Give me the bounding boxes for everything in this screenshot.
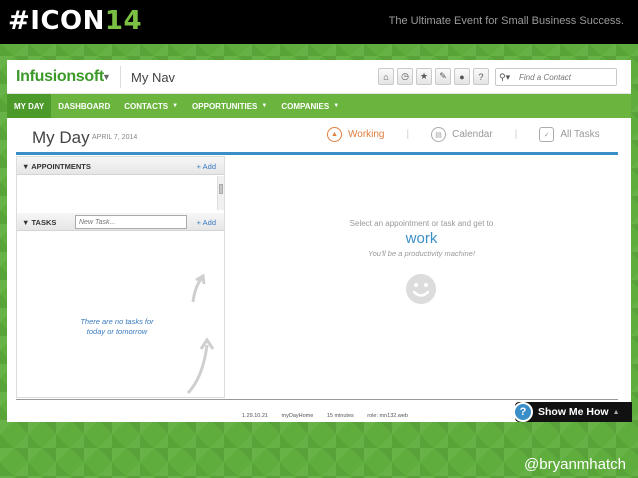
star-icon[interactable]: ★ — [416, 68, 432, 85]
scroll-thumb[interactable] — [219, 184, 223, 194]
nav-opportunities[interactable]: OPPORTUNITIES ▼ — [185, 94, 274, 118]
footer-rule — [16, 399, 618, 400]
person-icon[interactable]: ● — [454, 68, 470, 85]
smiley-icon — [406, 274, 436, 304]
logo-dropdown-icon[interactable]: ▼ — [102, 72, 111, 82]
calendar-icon: ▤ — [431, 127, 447, 142]
header-icon-toolbar: ⌂ ◷ ★ ✎ ● ? — [378, 68, 489, 85]
nav-contacts[interactable]: CONTACTS ▼ — [117, 94, 185, 118]
help-icon[interactable]: ? — [473, 68, 489, 85]
appointments-scrollbar[interactable] — [217, 176, 224, 210]
infusionsoft-logo[interactable]: Infusionsoft — [16, 68, 104, 86]
help-icon: ? — [513, 402, 533, 422]
main-nav: MY DAY DASHBOARD CONTACTS ▼ OPPORTUNITIES… — [7, 94, 631, 118]
nav-companies[interactable]: COMPANIES ▼ — [274, 94, 346, 118]
header-rule — [16, 152, 618, 155]
view-all-tasks[interactable]: ✓ All Tasks — [539, 127, 600, 142]
find-contact-input[interactable] — [519, 72, 613, 82]
show-me-how-label: Show Me How — [538, 406, 609, 418]
age-text: 15 minutes — [326, 413, 354, 419]
work-hint-subtext: You'll be a productivity machine! — [368, 249, 475, 258]
view-calendar[interactable]: ▤ Calendar — [431, 127, 493, 142]
nav-my-day[interactable]: MY DAY — [7, 94, 52, 118]
header-divider — [120, 66, 121, 88]
arrow-up-icon — [191, 274, 206, 303]
app-window: Infusionsoft ▼ My Nav ⌂ ◷ ★ ✎ ● ? ⚲▾ MY … — [7, 60, 631, 422]
chevron-down-icon: ▼ — [261, 103, 268, 109]
flame-icon: ▲ — [327, 127, 342, 142]
chevron-down-icon: ▼ — [333, 103, 340, 109]
work-hint-text: Select an appointment or task and get to — [349, 219, 494, 228]
slide-top-bar: #ICON14 The Ultimate Event for Small Bus… — [0, 0, 638, 44]
chevron-down-icon: ▼ — [172, 103, 179, 109]
my-nav-title[interactable]: My Nav — [131, 70, 175, 85]
page-title: My Day — [32, 128, 90, 147]
show-me-how-button[interactable]: ? Show Me How ▲ — [513, 402, 632, 422]
search-icon[interactable]: ⚲▾ — [499, 72, 519, 83]
tasks-header: ▼ TASKS + Add — [17, 213, 224, 231]
view-working[interactable]: ▲ Working — [327, 127, 385, 142]
page-id-text: myDayHome — [281, 413, 314, 419]
view-switcher: ▲ Working | ▤ Calendar | ✓ All Tasks — [327, 127, 600, 142]
pin-icon[interactable]: ✎ — [435, 68, 451, 85]
chevron-up-icon: ▲ — [612, 408, 620, 416]
arrow-up-icon — [186, 337, 215, 395]
add-task-link[interactable]: + Add — [197, 218, 216, 227]
twitter-handle: @bryanmhatch — [524, 456, 626, 473]
checkbox-icon: ✓ — [539, 127, 555, 142]
app-header: Infusionsoft ▼ My Nav ⌂ ◷ ★ ✎ ● ? ⚲▾ — [7, 60, 631, 94]
nav-dashboard[interactable]: DASHBOARD — [51, 94, 117, 118]
view-separator: | — [406, 129, 410, 140]
view-separator: | — [514, 129, 518, 140]
home-icon[interactable]: ⌂ — [378, 68, 394, 85]
no-tasks-message: There are no tasks for today or tomorrow — [80, 317, 154, 336]
slide-tagline: The Ultimate Event for Small Business Su… — [388, 15, 624, 27]
new-task-input[interactable] — [75, 215, 187, 229]
left-pane: ▼ APPOINTMENTS + Add ▼ TASKS + Add There… — [16, 156, 225, 398]
appointments-label: ▼ APPOINTMENTS — [22, 162, 91, 171]
version-text: 1.29.10.21 — [242, 413, 268, 419]
work-panel: Select an appointment or task and get to… — [225, 156, 618, 398]
page-date: APRIL 7, 2014 — [92, 134, 138, 141]
icon14-brand: #ICON14 — [8, 6, 143, 36]
add-appointment-link[interactable]: + Add — [197, 162, 216, 171]
appointments-header[interactable]: ▼ APPOINTMENTS + Add — [17, 157, 224, 175]
contact-search[interactable]: ⚲▾ — [495, 68, 617, 86]
tasks-label[interactable]: ▼ TASKS — [22, 218, 56, 227]
clock-icon[interactable]: ◷ — [397, 68, 413, 85]
role-text: role: mn132.web — [367, 413, 408, 419]
footer-info: 1.29.10.21 myDayHome 15 minutes role: mn… — [242, 413, 420, 419]
my-day-header: My Day APRIL 7, 2014 ▲ Working | ▤ Calen… — [7, 118, 631, 152]
work-hint-heading: work — [405, 230, 438, 247]
